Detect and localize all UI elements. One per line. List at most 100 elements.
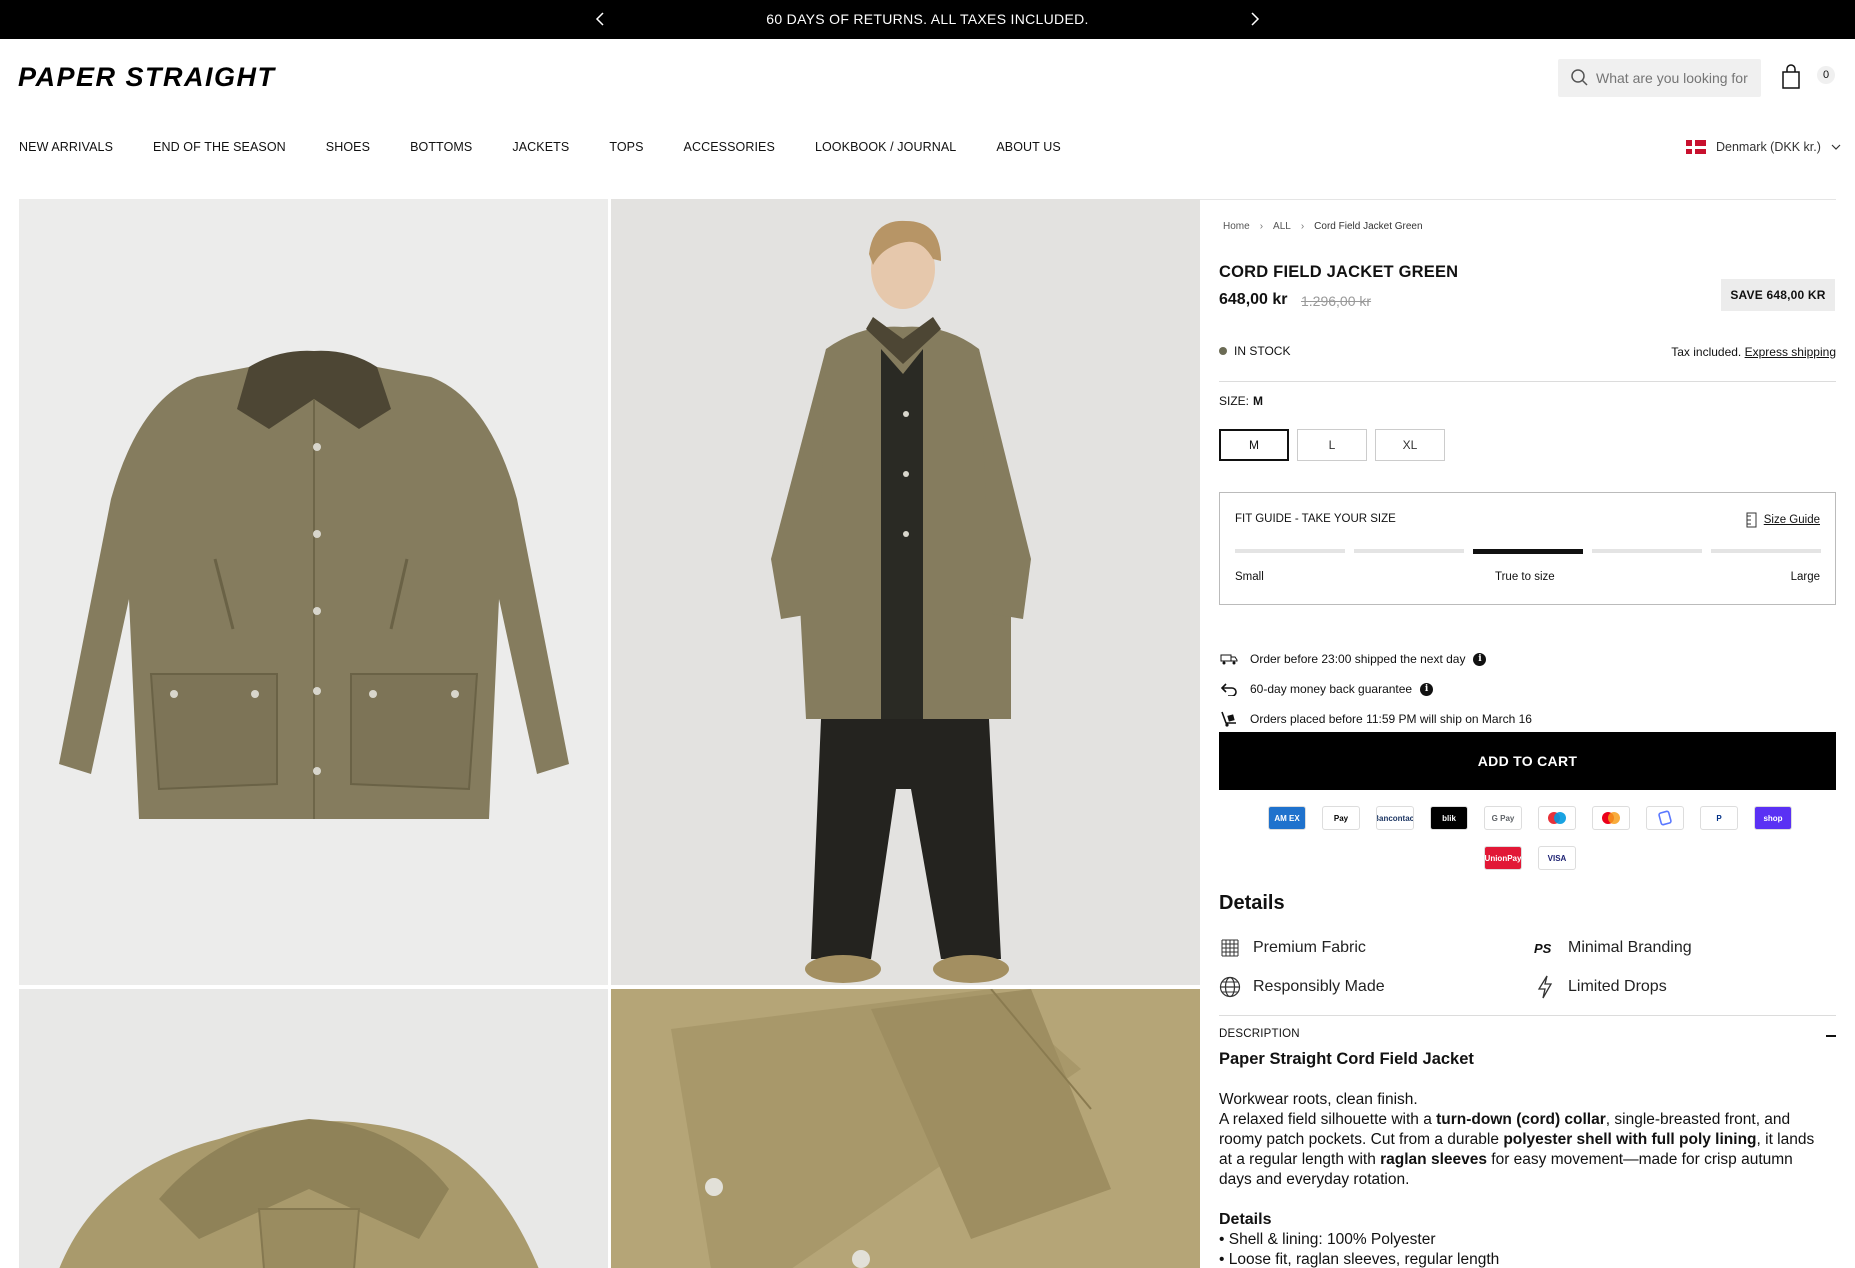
divider	[1219, 381, 1836, 382]
fabric-icon	[1219, 937, 1241, 959]
ruler-icon	[1746, 512, 1757, 528]
fit-scale-segment	[1592, 549, 1702, 553]
size-label: SIZE: M	[1219, 394, 1263, 408]
size-guide-link[interactable]: Size Guide	[1746, 512, 1820, 528]
divider	[1219, 1015, 1836, 1016]
nav-lookbook[interactable]: LOOKBOOK / JOURNAL	[815, 140, 956, 154]
feature-text: Minimal Branding	[1568, 939, 1692, 956]
description-toggle[interactable]: DESCRIPTION	[1219, 1028, 1300, 1040]
mobilepay-icon	[1646, 806, 1684, 830]
chevron-down-icon	[1831, 144, 1841, 150]
fit-guide: FIT GUIDE - TAKE YOUR SIZE Size Guide Sm…	[1219, 492, 1836, 605]
mastercard-icon	[1592, 806, 1630, 830]
bancontact-icon: Bancontact	[1376, 806, 1414, 830]
nav-jackets[interactable]: JACKETS	[512, 140, 569, 154]
description-details-heading: Details	[1219, 1211, 1272, 1228]
perk-shipping: Order before 23:00 shipped the next day …	[1219, 644, 1532, 674]
fit-scale	[1235, 549, 1821, 554]
fit-scale-segment	[1711, 549, 1821, 553]
announcement-message: 60 DAYS OF RETURNS. ALL TAXES INCLUDED.	[766, 11, 1089, 27]
lightning-icon	[1534, 975, 1556, 999]
feature-text: Premium Fabric	[1253, 939, 1366, 956]
details-title: Details	[1219, 892, 1285, 914]
stock-label: IN STOCK	[1234, 344, 1291, 358]
logo-text: PAPER STRAIGHT	[18, 64, 277, 90]
feature-limited-drops: Limited Drops	[1534, 975, 1667, 999]
feature-text: Responsibly Made	[1253, 978, 1385, 995]
search-input[interactable]	[1596, 68, 1752, 88]
logo-wordmark: PAPER STRAIGHT	[18, 62, 277, 92]
apple-pay-icon: Pay	[1322, 806, 1360, 830]
fit-label-large: Large	[1790, 571, 1820, 583]
perk-returns: 60-day money back guarantee i	[1219, 674, 1532, 704]
info-icon[interactable]: i	[1473, 652, 1487, 666]
fit-guide-title: FIT GUIDE - TAKE YOUR SIZE	[1235, 513, 1396, 525]
compare-price: 1.296,00 kr	[1301, 293, 1372, 309]
divider	[1200, 199, 1836, 200]
description-paragraph: A relaxed field silhouette with a turn-d…	[1219, 1111, 1815, 1188]
product-image-flat[interactable]	[19, 199, 608, 985]
amex-icon: AM EX	[1268, 806, 1306, 830]
selected-size: M	[1253, 394, 1264, 408]
perks-list: Order before 23:00 shipped the next day …	[1219, 644, 1532, 734]
fit-scale-segment-active	[1473, 549, 1583, 554]
product-image-detail[interactable]	[611, 989, 1200, 1268]
chevron-right-icon[interactable]	[1243, 8, 1265, 30]
jacket-flat-illustration	[59, 350, 569, 819]
save-badge: SAVE 648,00 KR	[1721, 279, 1835, 311]
search-box[interactable]	[1558, 59, 1761, 97]
fit-label-true: True to size	[1495, 571, 1555, 583]
perk-ship-date: Orders placed before 11:59 PM will ship …	[1219, 704, 1532, 734]
unionpay-icon: UnionPay	[1484, 846, 1522, 870]
nav-new-arrivals[interactable]: NEW ARRIVALS	[19, 140, 113, 154]
collapse-icon[interactable]	[1826, 1035, 1836, 1037]
size-option-m[interactable]: M	[1219, 429, 1289, 461]
breadcrumb-separator-icon: ›	[1300, 221, 1305, 232]
nav-bottoms[interactable]: BOTTOMS	[410, 140, 472, 154]
info-icon[interactable]: i	[1420, 682, 1434, 696]
breadcrumb: Home › ALL › Cord Field Jacket Green	[1223, 221, 1423, 232]
add-to-cart-button[interactable]: ADD TO CART	[1219, 732, 1836, 790]
stock-status: IN STOCK	[1219, 344, 1290, 358]
nav-shoes[interactable]: SHOES	[326, 140, 370, 154]
announcement-bar: 60 DAYS OF RETURNS. ALL TAXES INCLUDED.	[0, 0, 1855, 39]
google-pay-icon: G Pay	[1484, 806, 1522, 830]
description-title: Paper Straight Cord Field Jacket	[1219, 1050, 1474, 1068]
description-body: Workwear roots, clean finish. A relaxed …	[1219, 1090, 1829, 1268]
stock-dot-icon	[1219, 347, 1227, 355]
nav-about-us[interactable]: ABOUT US	[996, 140, 1060, 154]
fit-scale-segment	[1235, 549, 1345, 553]
blik-icon: blik	[1430, 806, 1468, 830]
product-image-model[interactable]	[611, 199, 1200, 985]
site-logo[interactable]: PAPER STRAIGHT	[18, 62, 323, 95]
breadcrumb-home[interactable]: Home	[1223, 221, 1250, 232]
cart-icon[interactable]	[1780, 64, 1802, 90]
feature-responsibly-made: Responsibly Made	[1219, 976, 1385, 998]
model-illustration	[771, 220, 1031, 983]
paypal-icon: P	[1700, 806, 1738, 830]
ps-logo-icon: PS	[1534, 937, 1556, 959]
perk-text: Order before 23:00 shipped the next day	[1250, 652, 1466, 666]
feature-premium-fabric: Premium Fabric	[1219, 937, 1366, 959]
shop-pay-icon: shop	[1754, 806, 1792, 830]
tax-text: Tax included.	[1671, 345, 1742, 359]
fit-label-small: Small	[1235, 571, 1264, 583]
nav-end-of-season[interactable]: END OF THE SEASON	[153, 140, 286, 154]
product-price: 648,00 kr	[1219, 291, 1288, 308]
dolly-icon	[1219, 710, 1239, 728]
perk-text: Orders placed before 11:59 PM will ship …	[1250, 712, 1532, 726]
express-shipping-link[interactable]: Express shipping	[1745, 345, 1836, 359]
size-option-l[interactable]: L	[1297, 429, 1367, 461]
nav-tops[interactable]: TOPS	[609, 140, 643, 154]
size-option-xl[interactable]: XL	[1375, 429, 1445, 461]
locale-selector[interactable]: Denmark (DKK kr.)	[1686, 140, 1841, 154]
description-bullet: • Shell & lining: 100% Polyester	[1219, 1231, 1436, 1248]
denmark-flag-icon	[1686, 140, 1706, 154]
product-image-collar[interactable]	[19, 989, 608, 1268]
payment-methods: AM EX Pay Bancontact blik G Pay Pshop UnionPay…	[1235, 806, 1825, 886]
size-options: M L XL	[1219, 429, 1453, 461]
perk-text: 60-day money back guarantee	[1250, 682, 1413, 696]
nav-accessories[interactable]: ACCESSORIES	[684, 140, 775, 154]
breadcrumb-all[interactable]: ALL	[1273, 221, 1291, 232]
product-title: CORD FIELD JACKET GREEN	[1219, 263, 1459, 281]
